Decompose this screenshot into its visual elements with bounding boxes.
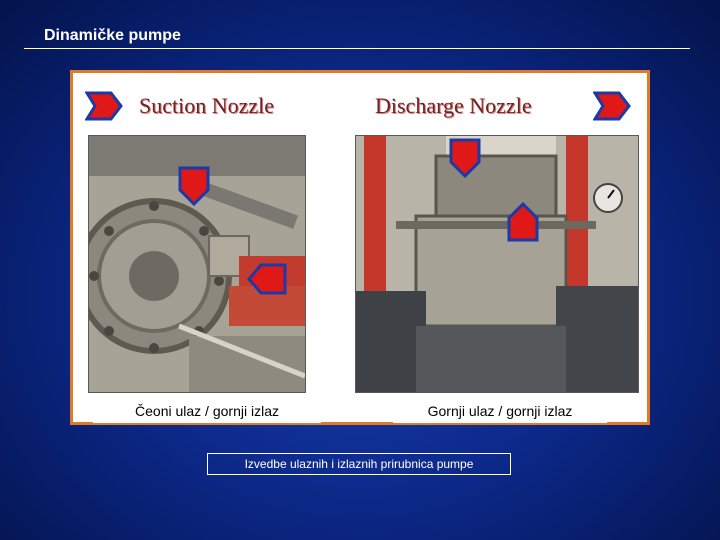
suction-nozzle-heading: Suction Nozzle <box>139 93 275 118</box>
end-suction-pump-photo <box>88 135 306 393</box>
arrow-right-icon <box>593 91 631 121</box>
top-suction-pump-photo <box>355 135 639 393</box>
arrow-right-icon <box>85 91 123 121</box>
nozzle-figure: Suction Nozzle Discharge Nozzle Čeoni ul… <box>70 70 650 425</box>
arrow-up-icon <box>507 202 539 242</box>
arrow-down-icon <box>178 166 210 206</box>
left-photo-caption: Čeoni ulaz / gornji izlaz <box>93 399 321 423</box>
slide-footer-caption: Izvedbe ulaznih i izlaznih prirubnica pu… <box>207 453 511 475</box>
slide-title: Dinamičke pumpe <box>44 27 181 44</box>
title-divider <box>24 48 690 49</box>
arrow-left-icon <box>247 263 287 295</box>
right-photo-caption: Gornji ulaz / gornji izlaz <box>393 399 607 423</box>
discharge-nozzle-heading: Discharge Nozzle <box>375 93 532 118</box>
arrow-down-icon <box>449 138 481 178</box>
